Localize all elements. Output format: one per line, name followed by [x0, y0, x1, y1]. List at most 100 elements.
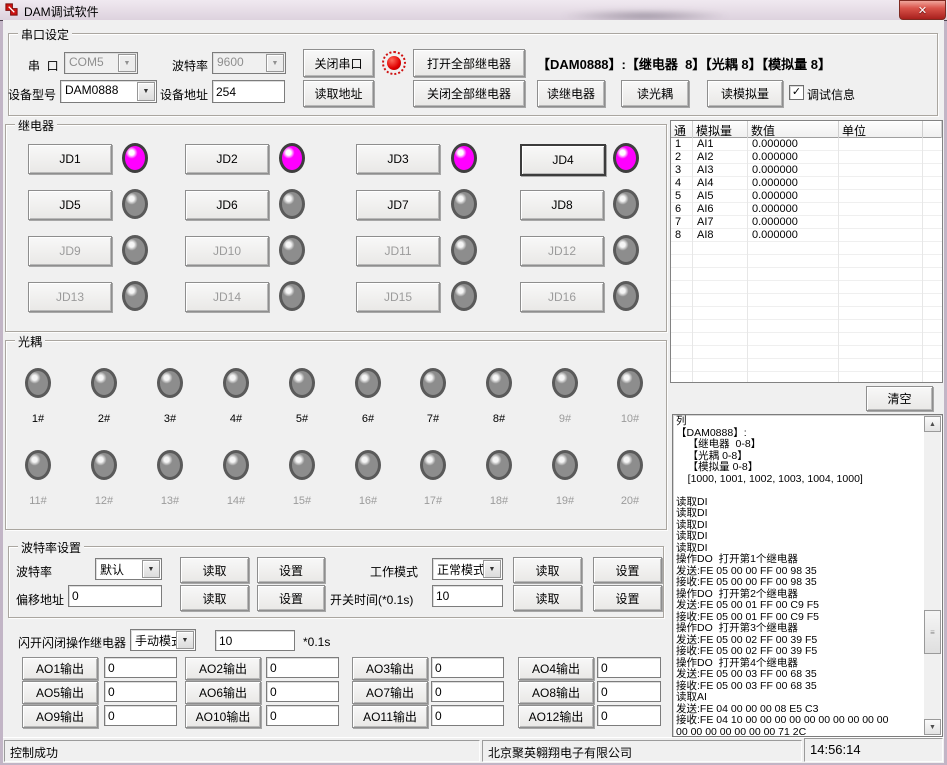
- ao10-output-button[interactable]: AO10输出: [185, 705, 261, 728]
- ao3-output-input[interactable]: [431, 657, 504, 678]
- device-addr-label: 设备地址: [160, 86, 208, 103]
- switch-time-set-button[interactable]: 设置: [593, 585, 662, 611]
- scrollbar-thumb[interactable]: ≡: [924, 610, 941, 654]
- client-area: 串口设定 串 口 COM5 ▼ 波特率 9600 ▼ 关闭串口 打开全部继电器 …: [3, 20, 944, 762]
- chevron-down-icon[interactable]: ▼: [483, 560, 501, 578]
- switch-time-read-button[interactable]: 读取: [513, 585, 582, 611]
- log-scrollbar[interactable]: ▲ ≡ ▼: [924, 416, 941, 735]
- col-header-blank[interactable]: [923, 121, 942, 138]
- ao2-output-input[interactable]: [266, 657, 339, 678]
- model-combo[interactable]: DAM0888 ▼: [60, 80, 157, 103]
- ao12-output-button[interactable]: AO12输出: [518, 705, 594, 728]
- table-row[interactable]: 8AI80.000000: [671, 229, 923, 242]
- table-row[interactable]: 2AI20.000000: [671, 151, 923, 164]
- relay-led-jd3: [451, 143, 477, 173]
- table-row[interactable]: 7AI70.000000: [671, 216, 923, 229]
- ao6-output-input[interactable]: [266, 681, 339, 702]
- table-row[interactable]: 6AI60.000000: [671, 203, 923, 216]
- work-mode-combo[interactable]: 正常模式 ▼: [432, 558, 503, 580]
- ao8-output-button[interactable]: AO8输出: [518, 681, 594, 704]
- col-header-value[interactable]: 数值: [748, 121, 839, 138]
- flash-mode-combo-value: 手动模式: [135, 632, 177, 649]
- switch-time-input[interactable]: [432, 585, 503, 607]
- ao5-output-input[interactable]: [104, 681, 177, 702]
- baudrate-combo[interactable]: 默认 ▼: [95, 558, 162, 580]
- work-mode-combo-value: 正常模式: [437, 561, 484, 578]
- ao10-output-input[interactable]: [266, 705, 339, 726]
- ao9-output-input[interactable]: [104, 705, 177, 726]
- relay-button-jd2[interactable]: JD2: [185, 144, 269, 174]
- opto-led-14: [223, 450, 249, 480]
- ao1-output-button[interactable]: AO1输出: [22, 657, 98, 680]
- window-title: DAM调试软件: [24, 3, 99, 20]
- col-header-unit[interactable]: 单位: [839, 121, 923, 138]
- ao7-output-input[interactable]: [431, 681, 504, 702]
- col-header-channel[interactable]: 通: [671, 121, 693, 138]
- offset-read-button[interactable]: 读取: [180, 585, 249, 611]
- ao2-output-button[interactable]: AO2输出: [185, 657, 261, 680]
- offset-set-button[interactable]: 设置: [257, 585, 325, 611]
- app-icon: [4, 2, 19, 17]
- relay-button-jd5[interactable]: JD5: [28, 190, 112, 220]
- ao11-output-input[interactable]: [431, 705, 504, 726]
- ao7-output-button[interactable]: AO7输出: [352, 681, 428, 704]
- baud-combo[interactable]: 9600 ▼: [212, 52, 286, 74]
- opto-label-17: 17#: [416, 495, 450, 507]
- relay-button-jd8[interactable]: JD8: [520, 190, 604, 220]
- flash-time-input[interactable]: [215, 630, 295, 651]
- relay-button-jd3[interactable]: JD3: [356, 144, 440, 174]
- chevron-down-icon[interactable]: ▼: [142, 560, 160, 578]
- chevron-down-icon[interactable]: ▼: [137, 82, 155, 101]
- relay-led-jd10: [279, 235, 305, 265]
- ao6-output-button[interactable]: AO6输出: [185, 681, 261, 704]
- device-info-label: 【DAM0888】:【继电器 8】【光耦 8】【模拟量 8】: [537, 54, 831, 73]
- ao1-output-input[interactable]: [104, 657, 177, 678]
- ao11-output-button[interactable]: AO11输出: [352, 705, 428, 728]
- opto-led-4: [223, 368, 249, 398]
- model-combo-value: DAM0888: [65, 83, 138, 97]
- debug-info-label: 调试信息: [807, 86, 855, 103]
- table-row[interactable]: 4AI40.000000: [671, 177, 923, 190]
- device-addr-input[interactable]: [212, 80, 285, 103]
- port-combo[interactable]: COM5 ▼: [64, 52, 138, 74]
- ao4-output-input[interactable]: [597, 657, 661, 678]
- ao3-output-button[interactable]: AO3输出: [352, 657, 428, 680]
- debug-info-checkbox[interactable]: ✓: [789, 85, 804, 100]
- ao8-output-input[interactable]: [597, 681, 661, 702]
- baudrate-read-button[interactable]: 读取: [180, 557, 249, 583]
- close-button[interactable]: ✕: [899, 0, 946, 20]
- read-relay-button[interactable]: 读继电器: [537, 80, 605, 107]
- relay-button-jd4[interactable]: JD4: [520, 144, 606, 176]
- ao5-output-button[interactable]: AO5输出: [22, 681, 98, 704]
- baudrate-set-button[interactable]: 设置: [257, 557, 325, 583]
- relay-button-jd15: JD15: [356, 282, 440, 312]
- chevron-down-icon[interactable]: ▼: [176, 631, 194, 649]
- close-all-relays-button[interactable]: 关闭全部继电器: [413, 80, 525, 107]
- close-port-button[interactable]: 关闭串口: [303, 49, 374, 77]
- relay-button-jd1[interactable]: JD1: [28, 144, 112, 174]
- ao12-output-input[interactable]: [597, 705, 661, 726]
- table-row[interactable]: 1AI10.000000: [671, 138, 923, 151]
- open-all-relays-button[interactable]: 打开全部继电器: [413, 49, 525, 77]
- flash-mode-combo[interactable]: 手动模式 ▼: [130, 629, 196, 651]
- chevron-down-icon[interactable]: ▼: [118, 54, 136, 72]
- opto-led-19: [552, 450, 578, 480]
- flash-time-unit-label: *0.1s: [303, 635, 330, 649]
- read-analog-button[interactable]: 读模拟量: [707, 80, 783, 107]
- relay-button-jd6[interactable]: JD6: [185, 190, 269, 220]
- clear-log-button[interactable]: 清空: [866, 386, 933, 411]
- offset-addr-input[interactable]: [68, 585, 162, 607]
- ao9-output-button[interactable]: AO9输出: [22, 705, 98, 728]
- scroll-down-icon[interactable]: ▼: [924, 719, 941, 735]
- ao4-output-button[interactable]: AO4输出: [518, 657, 594, 680]
- chevron-down-icon[interactable]: ▼: [266, 54, 284, 72]
- col-header-analog[interactable]: 模拟量: [693, 121, 748, 138]
- table-row[interactable]: 3AI30.000000: [671, 164, 923, 177]
- work-mode-read-button[interactable]: 读取: [513, 557, 582, 583]
- read-opto-button[interactable]: 读光耦: [621, 80, 689, 107]
- scroll-up-icon[interactable]: ▲: [924, 416, 941, 432]
- relay-button-jd7[interactable]: JD7: [356, 190, 440, 220]
- table-row[interactable]: 5AI50.000000: [671, 190, 923, 203]
- read-addr-button[interactable]: 读取地址: [303, 80, 374, 107]
- work-mode-set-button[interactable]: 设置: [593, 557, 662, 583]
